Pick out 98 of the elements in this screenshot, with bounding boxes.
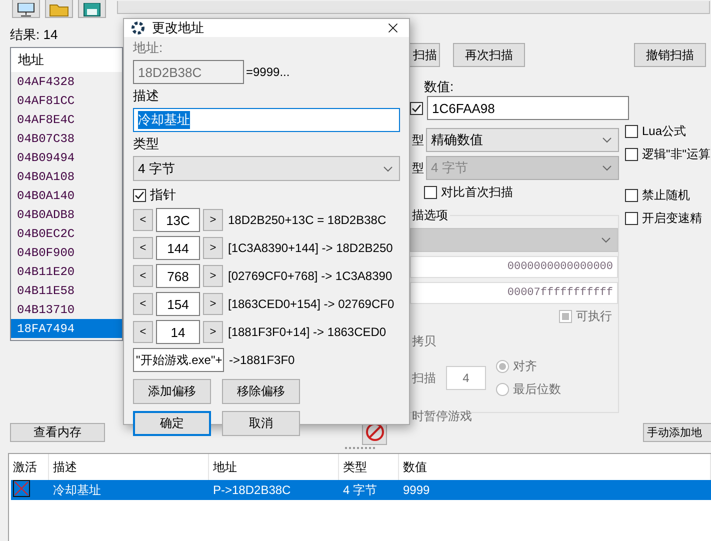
checkbox-label: 开启变速精 <box>642 210 702 227</box>
value-label: 数值: <box>424 78 455 96</box>
checkbox-label: 逻辑"非"运算 <box>642 146 711 163</box>
offset-field[interactable]: 14 <box>156 320 200 344</box>
results-count: 结果: 14 <box>10 26 59 44</box>
address-row[interactable]: 04AF8E4C <box>11 110 122 129</box>
radio-button[interactable] <box>496 360 509 373</box>
stop-address-field[interactable]: 00007fffffffffff <box>410 282 618 304</box>
offset-result: [1C3A8390+144] -> 18D2B250 <box>228 241 393 255</box>
increase-button[interactable]: > <box>203 209 223 231</box>
add-address-button[interactable]: 手动添加地 <box>643 422 711 442</box>
chevron-down-icon <box>602 137 612 143</box>
address-row[interactable]: 04B0ADB8 <box>11 205 122 224</box>
description-input[interactable]: 冷却基址 <box>133 108 400 132</box>
option-label: 拷贝 <box>412 333 437 350</box>
checkbox[interactable] <box>625 189 638 202</box>
checkbox-label: 禁止随机 <box>642 187 690 204</box>
start-address-field[interactable]: 0000000000000000 <box>410 256 618 278</box>
address-row[interactable]: 04AF4328 <box>11 72 122 91</box>
checkbox[interactable] <box>133 188 146 202</box>
radio-button[interactable] <box>496 383 509 396</box>
address-row[interactable]: 04B13710 <box>11 300 122 319</box>
dialog-button[interactable]: 取消 <box>222 411 300 436</box>
type-dropdown[interactable]: 4 字节 <box>133 156 400 181</box>
fast-scan-field[interactable]: 4 <box>446 366 486 390</box>
address-value: =9999... <box>246 65 290 79</box>
dialog-button[interactable]: 移除偏移 <box>222 379 300 404</box>
next-scan-button[interactable]: 再次扫描 <box>453 43 525 67</box>
option-label: 时暂停游戏 <box>412 408 473 425</box>
checkbox[interactable] <box>559 310 572 323</box>
checkbox[interactable] <box>410 102 423 114</box>
dialog-button[interactable]: 确定 <box>133 411 211 436</box>
type-label: 型 <box>411 160 424 176</box>
chevron-down-icon <box>602 165 612 171</box>
increase-button[interactable]: > <box>203 321 223 343</box>
address-row[interactable]: 04B09494 <box>11 148 122 167</box>
chevron-down-icon <box>601 237 611 243</box>
folder-icon[interactable] <box>45 0 73 18</box>
decrease-button[interactable]: < <box>133 293 153 315</box>
table-cell-text: 4 字节 <box>342 482 378 498</box>
address-row[interactable]: 04B11E20 <box>11 262 122 281</box>
offset-field[interactable]: 144 <box>156 236 200 260</box>
table-cell-text: 9999 <box>402 483 431 497</box>
type-label: 类型 <box>133 135 160 153</box>
decrease-button[interactable]: < <box>133 265 153 287</box>
monitor-magnifier-icon[interactable] <box>12 0 40 18</box>
checkbox-label: 对比首次扫描 <box>441 184 513 201</box>
column-header: 地址 <box>11 48 122 72</box>
undo-scan-button[interactable]: 撤销扫描 <box>634 43 706 67</box>
radio-label: 最后位数 <box>513 381 561 398</box>
checkbox[interactable] <box>625 125 638 138</box>
offset-field[interactable]: 13C <box>156 208 200 232</box>
type-label: 型 <box>411 132 424 148</box>
offset-field[interactable]: 768 <box>156 264 200 288</box>
checkbox[interactable] <box>625 212 638 225</box>
dialog-button[interactable]: 添加偏移 <box>133 379 211 404</box>
active-checkbox[interactable] <box>13 480 30 497</box>
dialog-title: 更改地址 <box>152 19 205 37</box>
group-title: 描选项 <box>411 207 449 224</box>
increase-button[interactable]: > <box>203 293 223 315</box>
radio-label: 对齐 <box>513 358 537 375</box>
base-result: ->1881F3F0 <box>229 353 295 367</box>
address-row[interactable]: 04B11E58 <box>11 281 122 300</box>
address-row[interactable]: 04B0A140 <box>11 186 122 205</box>
address-row[interactable]: 04B0EC2C <box>11 224 122 243</box>
checkbox[interactable] <box>424 186 437 199</box>
increase-button[interactable]: > <box>203 237 223 259</box>
offset-result: [1863CED0+154] -> 02769CF0 <box>228 297 394 311</box>
address-row[interactable]: 04AF81CC <box>11 91 122 110</box>
decrease-button[interactable]: < <box>133 237 153 259</box>
decrease-button[interactable]: < <box>133 209 153 231</box>
memory-view-button[interactable]: 查看内存 <box>10 422 105 442</box>
value-input[interactable]: 1C6FAA98 <box>427 96 629 120</box>
address-row[interactable]: 04B0F900 <box>11 243 122 262</box>
address-label: 地址: <box>133 39 164 57</box>
address-row[interactable]: 18FA7494 <box>11 319 122 338</box>
base-address-field[interactable]: "开始游戏.exe"+ <box>133 348 224 372</box>
fast-scan-label: 扫描 <box>412 370 436 386</box>
scan-button[interactable]: 扫描 <box>410 43 440 67</box>
decrease-button[interactable]: < <box>133 321 153 343</box>
table-row[interactable]: 冷却基址 P->18D2B38C 4 字节 9999 <box>11 480 711 500</box>
checkbox[interactable] <box>625 148 638 161</box>
type-dropdown[interactable]: 精确数值 <box>426 128 619 152</box>
address-row[interactable]: 04B07C38 <box>11 129 122 148</box>
offset-result: [1881F3F0+14] -> 1863CED0 <box>228 325 386 339</box>
offset-result: [02769CF0+768] -> 1C3A8390 <box>228 269 392 283</box>
pointer-label: 指针 <box>150 186 176 204</box>
table-cell-text: 冷却基址 <box>52 482 102 498</box>
table-cell-text: P->18D2B38C <box>212 483 292 497</box>
offset-result: 18D2B250+13C = 18D2B38C <box>228 213 386 227</box>
chevron-down-icon <box>383 166 393 172</box>
address-field[interactable]: 18D2B38C <box>133 60 244 84</box>
increase-button[interactable]: > <box>203 265 223 287</box>
checkbox-label: 可执行 <box>576 308 612 325</box>
offset-field[interactable]: 154 <box>156 292 200 316</box>
checkbox-label: Lua公式 <box>642 123 686 140</box>
description-label: 描述 <box>133 87 160 105</box>
address-row[interactable]: 04B0A108 <box>11 167 122 186</box>
